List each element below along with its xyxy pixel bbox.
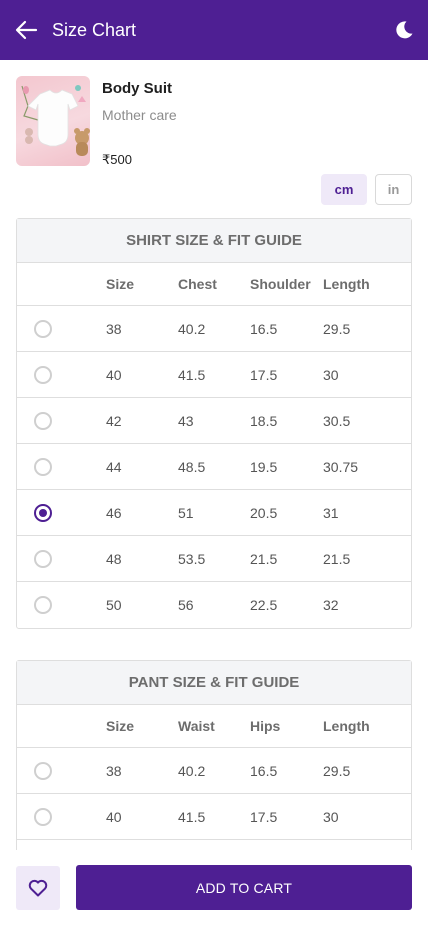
shoulder-value: 18.5 xyxy=(250,412,278,429)
length-value: 30 xyxy=(323,366,339,383)
chest-value: 40.2 xyxy=(178,320,206,337)
length-value: 29.5 xyxy=(323,320,351,337)
chest-value: 56 xyxy=(178,597,194,613)
hips-value: 16.5 xyxy=(250,762,278,779)
header-size: Size xyxy=(106,276,135,292)
header-length: Length xyxy=(323,276,370,292)
hips-value: 17.5 xyxy=(250,808,278,825)
size-value: 48 xyxy=(106,550,122,567)
size-radio[interactable] xyxy=(34,320,52,338)
length-value: 32 xyxy=(323,597,339,613)
size-value: 50 xyxy=(106,597,122,613)
size-value: 38 xyxy=(106,762,122,779)
moon-icon[interactable] xyxy=(394,20,414,40)
chest-value: 43 xyxy=(178,412,194,429)
shirt-guide-title: SHIRT SIZE & FIT GUIDE xyxy=(17,219,411,263)
length-value: 30 xyxy=(323,808,339,825)
header-hips: Hips xyxy=(250,718,281,734)
pant-table-header: Size Waist Hips Length xyxy=(17,705,411,748)
size-value: 40 xyxy=(106,808,122,825)
shoulder-value: 21.5 xyxy=(250,550,278,567)
header-chest: Chest xyxy=(178,276,217,292)
size-radio[interactable] xyxy=(34,366,52,384)
pant-row[interactable]: 40 41.5 17.5 30 xyxy=(17,794,411,840)
size-radio[interactable] xyxy=(34,412,52,430)
header-waist: Waist xyxy=(178,718,215,734)
shirt-row[interactable]: 46 51 20.5 31 xyxy=(17,490,411,536)
product-price: ₹500 xyxy=(102,152,132,167)
size-radio[interactable] xyxy=(34,808,52,826)
chest-value: 41.5 xyxy=(178,366,206,383)
shirt-table-header: Size Chest Shoulder Length xyxy=(17,263,411,306)
shoulder-value: 20.5 xyxy=(250,504,278,521)
size-value: 42 xyxy=(106,412,122,429)
add-to-cart-button[interactable]: ADD TO CART xyxy=(76,865,412,910)
page-title: Size Chart xyxy=(52,20,137,40)
pant-guide-title: PANT SIZE & FIT GUIDE xyxy=(17,661,411,705)
shoulder-value: 22.5 xyxy=(250,597,278,613)
bottom-action-bar: ADD TO CART xyxy=(0,850,428,926)
size-value: 46 xyxy=(106,504,122,521)
size-value: 40 xyxy=(106,366,122,383)
heart-icon xyxy=(28,879,48,897)
chest-value: 51 xyxy=(178,504,194,521)
app-bar: Size Chart xyxy=(0,0,428,60)
pant-row[interactable]: 38 40.2 16.5 29.5 xyxy=(17,748,411,794)
shirt-row[interactable]: 40 41.5 17.5 30 xyxy=(17,352,411,398)
length-value: 31 xyxy=(323,504,339,521)
shirt-row[interactable]: 44 48.5 19.5 30.75 xyxy=(17,444,411,490)
shirt-row[interactable]: 42 43 18.5 30.5 xyxy=(17,398,411,444)
unit-in-button[interactable]: in xyxy=(375,174,412,205)
length-value: 21.5 xyxy=(323,550,351,567)
length-value: 29.5 xyxy=(323,762,351,779)
size-value: 44 xyxy=(106,458,122,475)
shirt-row[interactable]: 50 56 22.5 32 xyxy=(17,582,411,628)
product-name: Body Suit xyxy=(102,80,172,97)
shirt-row[interactable]: 38 40.2 16.5 29.5 xyxy=(17,306,411,352)
shoulder-value: 16.5 xyxy=(250,320,278,337)
length-value: 30.5 xyxy=(323,412,351,429)
product-brand: Mother care xyxy=(102,107,177,123)
header-shoulder: Shoulder xyxy=(250,276,311,292)
wishlist-button[interactable] xyxy=(16,866,60,910)
arrow-left-icon[interactable] xyxy=(14,19,38,41)
size-value: 38 xyxy=(106,320,122,337)
waist-value: 40.2 xyxy=(178,762,206,779)
size-radio[interactable] xyxy=(34,458,52,476)
shoulder-value: 19.5 xyxy=(250,458,278,475)
size-radio[interactable] xyxy=(34,550,52,568)
header-length: Length xyxy=(323,718,370,734)
size-radio-selected[interactable] xyxy=(34,504,52,522)
size-radio[interactable] xyxy=(34,596,52,614)
length-value: 30.75 xyxy=(323,458,359,475)
shirt-size-guide: SHIRT SIZE & FIT GUIDE Size Chest Should… xyxy=(16,218,412,629)
product-image xyxy=(16,76,90,166)
header-size: Size xyxy=(106,718,135,734)
shirt-row[interactable]: 48 53.5 21.5 21.5 xyxy=(17,536,411,582)
shoulder-value: 17.5 xyxy=(250,366,278,383)
product-summary: Body Suit Mother care ₹500 xyxy=(16,76,412,168)
waist-value: 41.5 xyxy=(178,808,206,825)
size-radio[interactable] xyxy=(34,762,52,780)
chest-value: 53.5 xyxy=(178,550,206,567)
unit-cm-button[interactable]: cm xyxy=(321,174,367,205)
chest-value: 48.5 xyxy=(178,458,206,475)
